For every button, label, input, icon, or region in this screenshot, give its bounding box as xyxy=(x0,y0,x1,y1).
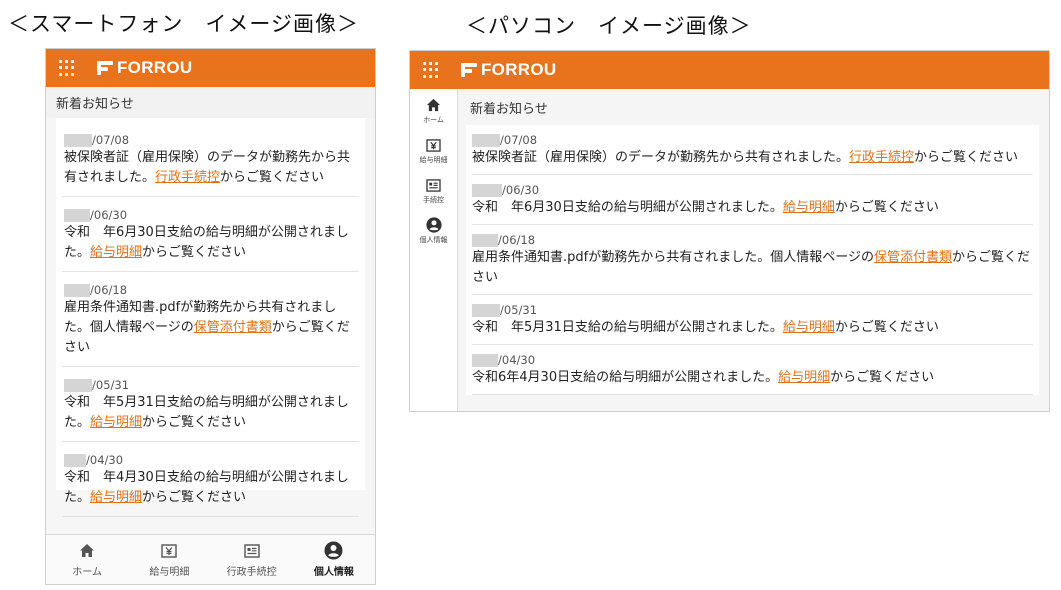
bottom-nav-personal-info[interactable]: 個人情報 xyxy=(293,535,375,584)
redacted-year xyxy=(472,353,498,367)
notice-link[interactable]: 給与明細 xyxy=(90,490,142,505)
bottom-nav-label: 給与明細 xyxy=(149,566,190,578)
notice-item: /06/30 令和 年6月30日支給の給与明細が公開されました。給与明細からご覧… xyxy=(472,175,1033,225)
home-icon xyxy=(79,542,95,560)
side-nav-label: ホーム xyxy=(423,116,444,124)
redacted-year xyxy=(472,183,502,197)
notice-date: /06/30 xyxy=(502,183,540,197)
notice-text-suffix: からご覧ください xyxy=(142,415,247,430)
notice-item: /07/08 被保険者証（雇用保険）のデータが勤務先から共有されました。行政手続… xyxy=(472,125,1033,175)
notice-link[interactable]: 保管添付書類 xyxy=(874,250,952,265)
notice-date: /04/30 xyxy=(498,353,536,367)
mobile-caption: ＜スマートフォン イメージ画像＞ xyxy=(8,12,359,36)
notice-date: /06/30 xyxy=(90,208,128,222)
notice-list: /07/08 被保険者証（雇用保険）のデータが勤務先から共有されました。行政手続… xyxy=(466,125,1039,395)
notice-date: /06/18 xyxy=(90,283,128,297)
notice-text-suffix: からご覧ください xyxy=(914,150,1019,165)
redacted-year xyxy=(64,283,90,297)
notice-item: /05/31 令和 年5月31日支給の給与明細が公開されました。給与明細からご覧… xyxy=(62,367,359,442)
bottom-nav-label: 個人情報 xyxy=(313,566,354,578)
notice-text-suffix: からご覧ください xyxy=(830,370,935,385)
bottom-nav-home[interactable]: ホーム xyxy=(46,535,128,584)
section-title: 新着お知らせ xyxy=(466,89,1039,125)
notice-text: 令和 年5月31日支給の給与明細が公開されました。 xyxy=(472,320,783,335)
pc-screen: FORROU ホーム 給与明細 手続控 個人情報 新着お知らせ /07/08 被… xyxy=(409,50,1050,412)
home-icon xyxy=(426,97,441,113)
bottom-nav-label: 行政手続控 xyxy=(226,566,277,578)
notice-item: /06/18 雇用条件通知書.pdfが勤務先から共有されました。個人情報ページの… xyxy=(472,225,1033,295)
redacted-year xyxy=(472,303,500,317)
mobile-screen: FORROU 新着お知らせ /07/08 被保険者証（雇用保険）のデータが勤務先… xyxy=(45,48,376,585)
notice-list: /07/08 被保険者証（雇用保険）のデータが勤務先から共有されました。行政手続… xyxy=(56,118,365,517)
app-menu-grid-icon[interactable] xyxy=(423,62,439,78)
app-header: FORROU xyxy=(410,51,1049,89)
section-title: 新着お知らせ xyxy=(46,87,375,118)
notice-text-suffix: からご覧ください xyxy=(142,245,247,260)
app-menu-grid-icon[interactable] xyxy=(59,60,75,76)
notice-date: /07/08 xyxy=(92,133,130,147)
bottom-nav-payslip[interactable]: 給与明細 xyxy=(128,535,210,584)
notice-link[interactable]: 行政手続控 xyxy=(849,150,914,165)
notice-item: /07/08 被保険者証（雇用保険）のデータが勤務先から共有されました。行政手続… xyxy=(62,118,359,197)
brand-logo[interactable]: FORROU xyxy=(461,60,556,80)
bottom-nav-label: ホーム xyxy=(72,566,102,578)
app-header: FORROU xyxy=(46,49,375,87)
side-nav-label: 手続控 xyxy=(423,196,444,204)
side-nav-payslip[interactable]: 給与明細 xyxy=(410,137,457,177)
notice-text-suffix: からご覧ください xyxy=(142,490,247,505)
notice-date: /05/31 xyxy=(92,378,130,392)
brand-logo[interactable]: FORROU xyxy=(97,58,192,78)
notice-text-suffix: からご覧ください xyxy=(834,200,939,215)
brand-name: FORROU xyxy=(481,60,557,79)
forrou-logo-icon xyxy=(97,60,113,76)
bottom-nav: ホーム 給与明細 行政手続控 個人情報 xyxy=(46,534,375,584)
notice-date: /05/31 xyxy=(500,303,538,317)
redacted-year xyxy=(64,208,90,222)
notice-text: 令和 年6月30日支給の給与明細が公開されました。 xyxy=(472,200,783,215)
person-icon xyxy=(425,217,442,233)
notice-text-suffix: からご覧ください xyxy=(220,170,325,185)
notice-link[interactable]: 給与明細 xyxy=(90,245,142,260)
notice-link[interactable]: 給与明細 xyxy=(778,370,830,385)
notice-item: /05/31 令和 年5月31日支給の給与明細が公開されました。給与明細からご覧… xyxy=(472,295,1033,345)
redacted-year xyxy=(64,378,92,392)
side-nav: ホーム 給与明細 手続控 個人情報 xyxy=(410,89,458,411)
pc-caption: ＜パソコン イメージ画像＞ xyxy=(466,14,752,38)
notice-item: /04/30 令和6年4月30日支給の給与明細が公開されました。給与明細からご覧… xyxy=(472,345,1033,395)
notice-date: /04/30 xyxy=(86,453,124,467)
yen-icon xyxy=(161,542,178,560)
redacted-year xyxy=(64,133,92,147)
notice-date: /06/18 xyxy=(498,233,536,247)
redacted-year xyxy=(472,133,500,147)
yen-icon xyxy=(426,137,441,153)
forrou-logo-icon xyxy=(461,62,477,78)
document-icon xyxy=(243,542,260,560)
notice-link[interactable]: 行政手続控 xyxy=(155,170,220,185)
notice-item: /06/30 令和 年6月30日支給の給与明細が公開されました。給与明細からご覧… xyxy=(62,197,359,272)
side-nav-personal-info[interactable]: 個人情報 xyxy=(410,217,457,257)
redacted-year xyxy=(472,233,498,247)
bottom-nav-procedures[interactable]: 行政手続控 xyxy=(211,535,293,584)
notice-link[interactable]: 給与明細 xyxy=(783,320,835,335)
person-icon xyxy=(324,541,343,560)
notice-text: 被保険者証（雇用保険）のデータが勤務先から共有されました。 xyxy=(472,150,850,165)
notice-text-suffix: からご覧ください xyxy=(834,320,939,335)
side-nav-label: 給与明細 xyxy=(419,156,448,164)
notice-link[interactable]: 給与明細 xyxy=(90,415,142,430)
notice-text: 雇用条件通知書.pdfが勤務先から共有されました。個人情報ページの xyxy=(472,250,874,265)
side-nav-label: 個人情報 xyxy=(419,236,448,244)
notice-item: /04/30 令和 年4月30日支給の給与明細が公開されました。給与明細からご覧… xyxy=(62,442,359,517)
notice-link[interactable]: 給与明細 xyxy=(783,200,835,215)
brand-name: FORROU xyxy=(117,58,193,77)
main-content: 新着お知らせ /07/08 被保険者証（雇用保険）のデータが勤務先から共有されま… xyxy=(458,89,1049,411)
document-icon xyxy=(426,177,441,193)
notice-link[interactable]: 保管添付書類 xyxy=(194,320,272,335)
notice-text: 令和6年4月30日支給の給与明細が公開されました。 xyxy=(472,370,779,385)
notice-item: /06/18 雇用条件通知書.pdfが勤務先から共有されました。個人情報ページの… xyxy=(62,272,359,367)
side-nav-procedures[interactable]: 手続控 xyxy=(410,177,457,217)
redacted-year xyxy=(64,453,86,467)
side-nav-home[interactable]: ホーム xyxy=(410,97,457,137)
notice-date: /07/08 xyxy=(500,133,538,147)
